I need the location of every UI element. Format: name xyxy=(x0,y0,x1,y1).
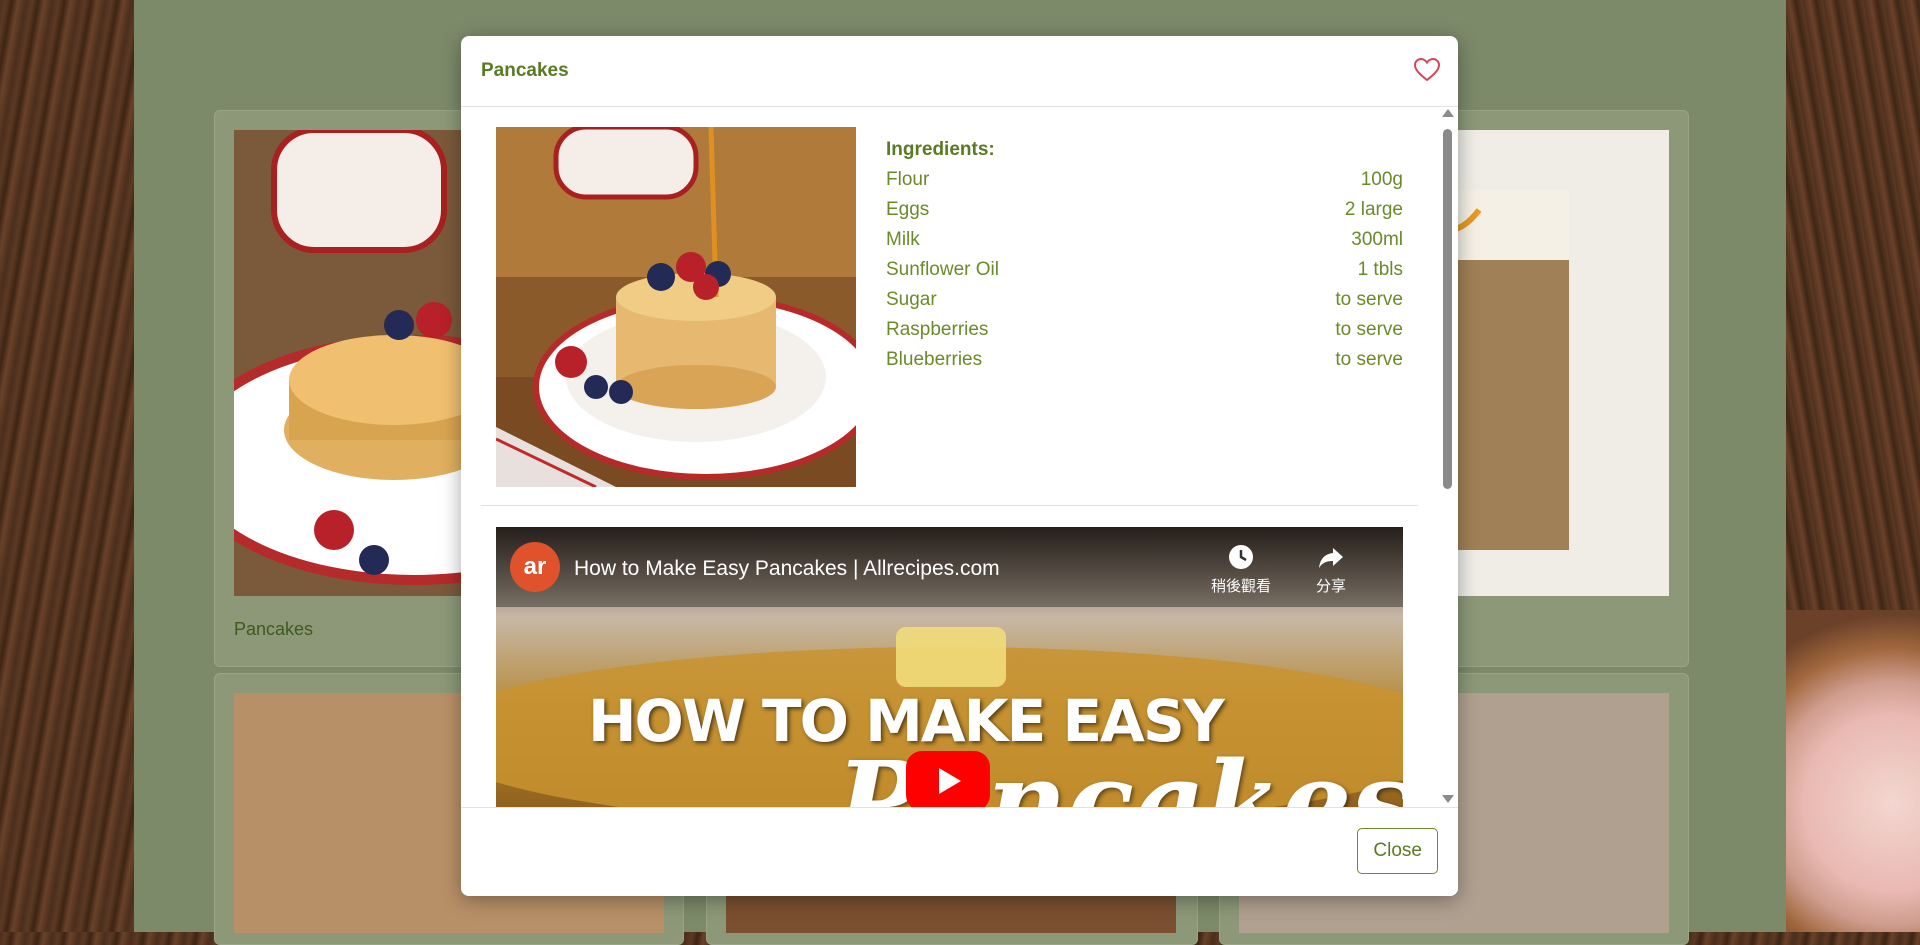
ingredient-name: Sugar xyxy=(886,289,937,310)
modal-body[interactable]: Ingredients: Flour 100g Eggs 2 large Mil… xyxy=(461,107,1458,807)
ingredient-row: Sunflower Oil 1 tbls xyxy=(886,255,1403,285)
video-embed[interactable]: ar How to Make Easy Pancakes | Allrecipe… xyxy=(496,527,1403,807)
ingredient-amount: 300ml xyxy=(1351,229,1403,250)
ingredient-row: Flour 100g xyxy=(886,165,1403,195)
ingredient-name: Flour xyxy=(886,169,930,190)
clock-icon xyxy=(1206,543,1276,575)
ingredient-name: Raspberries xyxy=(886,319,989,340)
ingredient-row: Sugar to serve xyxy=(886,285,1403,315)
ingredient-amount: 1 tbls xyxy=(1357,259,1403,280)
share-label: 分享 xyxy=(1315,578,1346,595)
scroll-down-icon[interactable] xyxy=(1442,795,1454,803)
scroll-thumb[interactable] xyxy=(1443,129,1452,489)
play-icon[interactable] xyxy=(906,751,990,807)
share-button[interactable]: 分享 xyxy=(1296,543,1366,596)
ingredient-row: Raspberries to serve xyxy=(886,315,1403,345)
ingredient-name: Milk xyxy=(886,229,920,250)
ingredients-heading: Ingredients: xyxy=(886,139,995,160)
ingredient-amount: to serve xyxy=(1335,289,1403,310)
ingredient-amount: 2 large xyxy=(1344,199,1403,220)
modal-header: Pancakes xyxy=(461,36,1458,107)
recipe-modal: Pancakes Ingredients: Flour 100g Eggs 2 … xyxy=(461,36,1458,896)
watch-later-label: 稍後觀看 xyxy=(1210,578,1271,595)
ingredient-name: Eggs xyxy=(886,199,930,220)
ingredient-name: Sunflower Oil xyxy=(886,259,999,280)
section-divider xyxy=(481,505,1418,506)
heart-icon[interactable] xyxy=(1413,57,1441,82)
close-button[interactable]: Close xyxy=(1357,828,1438,874)
modal-footer: Close xyxy=(461,807,1458,896)
ingredient-name: Blueberries xyxy=(886,349,983,370)
ingredients-list: Ingredients: Flour 100g Eggs 2 large Mil… xyxy=(886,127,1403,375)
scroll-up-icon[interactable] xyxy=(1442,109,1454,117)
watch-later-button[interactable]: 稍後觀看 xyxy=(1206,543,1276,596)
ingredient-amount: to serve xyxy=(1335,349,1403,370)
modal-title: Pancakes xyxy=(481,60,569,81)
recipe-photo xyxy=(496,127,856,487)
ingredient-amount: 100g xyxy=(1360,169,1403,190)
ingredient-row: Eggs 2 large xyxy=(886,195,1403,225)
ingredient-row: Milk 300ml xyxy=(886,225,1403,255)
video-title[interactable]: How to Make Easy Pancakes | Allrecipes.c… xyxy=(574,557,1000,581)
ingredient-row: Blueberries to serve xyxy=(886,345,1403,375)
share-icon xyxy=(1296,543,1366,575)
channel-logo-icon[interactable]: ar xyxy=(510,542,560,592)
modal-scrollbar[interactable] xyxy=(1440,107,1454,807)
ingredient-amount: to serve xyxy=(1335,319,1403,340)
